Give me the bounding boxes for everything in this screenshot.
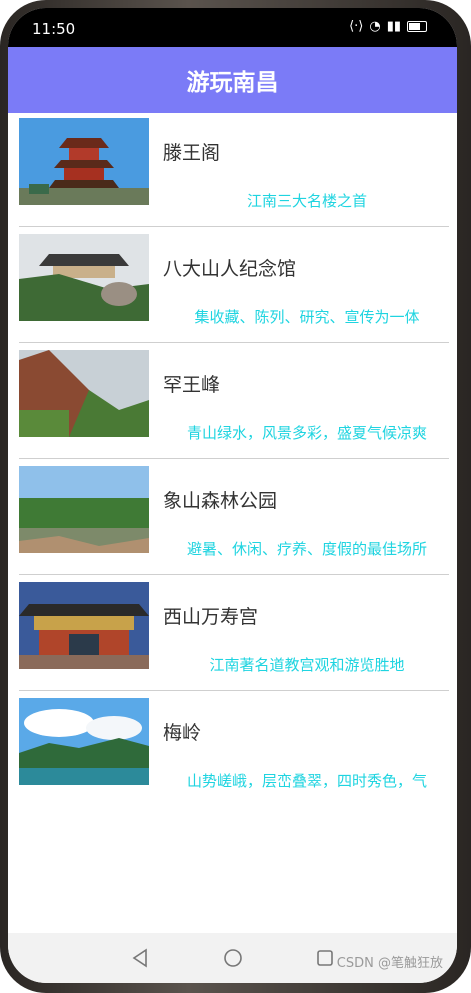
item-desc: 江南三大名楼之首 — [246, 192, 367, 210]
watermark: CSDN @笔触狂放 — [336, 956, 443, 971]
item-desc: 集收藏、陈列、研究、宣传为一体 — [194, 308, 420, 326]
item-name: 梅岭 — [163, 722, 202, 744]
battery-icon — [407, 21, 427, 32]
xishan-wanshou-palace-image — [19, 582, 149, 669]
item-name: 八大山人纪念馆 — [163, 258, 297, 280]
item-name: 象山森林公园 — [163, 490, 278, 512]
hanwang-peak-image — [19, 350, 149, 437]
list-item-bada-shanren-memorial[interactable]: 八大山人纪念馆 集收藏、陈列、研究、宣传为一体 — [19, 234, 449, 343]
item-name: 西山万寿宫 — [163, 606, 259, 628]
item-desc: 青山绿水，风景多彩，盛夏气候凉爽 — [186, 424, 427, 442]
list-item-meiling[interactable]: 梅岭 山势嵯峨，层峦叠翠，四时秀色，气 — [19, 698, 449, 806]
signal-icon: ▮▮ — [386, 19, 401, 34]
item-desc: 避暑、休闲、疗养、度假的最佳场所 — [186, 540, 427, 558]
status-time: 11:50 — [32, 20, 76, 38]
status-icons: ⟨·⟩ ◔ ▮▮ — [349, 19, 427, 34]
item-name: 罕王峰 — [163, 374, 221, 396]
scenic-list: 滕王阁 江南三大名楼之首 八大山人纪念馆 集收藏、陈列、研究、宣传为一体 罕王峰… — [19, 118, 449, 806]
item-desc: 江南著名道教宫观和游览胜地 — [209, 656, 405, 674]
xiangshan-forest-park-image — [19, 466, 149, 553]
list-item-hanwang-peak[interactable]: 罕王峰 青山绿水，风景多彩，盛夏气候凉爽 — [19, 350, 449, 459]
list-item-xiangshan-forest-park[interactable]: 象山森林公园 避暑、休闲、疗养、度假的最佳场所 — [19, 466, 449, 575]
list-item-tengwang-pavilion[interactable]: 滕王阁 江南三大名楼之首 — [19, 118, 449, 227]
home-icon[interactable] — [222, 947, 244, 969]
back-icon[interactable] — [130, 947, 152, 969]
wifi-icon: ◔ — [369, 19, 381, 34]
list-item-xishan-wanshou-palace[interactable]: 西山万寿宫 江南著名道教宫观和游览胜地 — [19, 582, 449, 691]
item-name: 滕王阁 — [163, 142, 221, 164]
recents-icon[interactable] — [314, 947, 336, 969]
bada-shanren-memorial-image — [19, 234, 149, 321]
status-bar: 11:50 ⟨·⟩ ◔ ▮▮ — [8, 8, 457, 47]
meiling-image — [19, 698, 149, 785]
tengwang-pavilion-image — [19, 118, 149, 205]
item-desc: 山势嵯峨，层峦叠翠，四时秀色，气 — [186, 772, 427, 790]
screen: 11:50 ⟨·⟩ ◔ ▮▮ 游玩南昌 滕王阁 江南三大名楼之首 八大山人纪念馆… — [8, 8, 457, 983]
nfc-icon: ⟨·⟩ — [349, 19, 364, 34]
app-bar: 游玩南昌 — [8, 47, 457, 113]
app-title: 游玩南昌 — [186, 70, 279, 96]
